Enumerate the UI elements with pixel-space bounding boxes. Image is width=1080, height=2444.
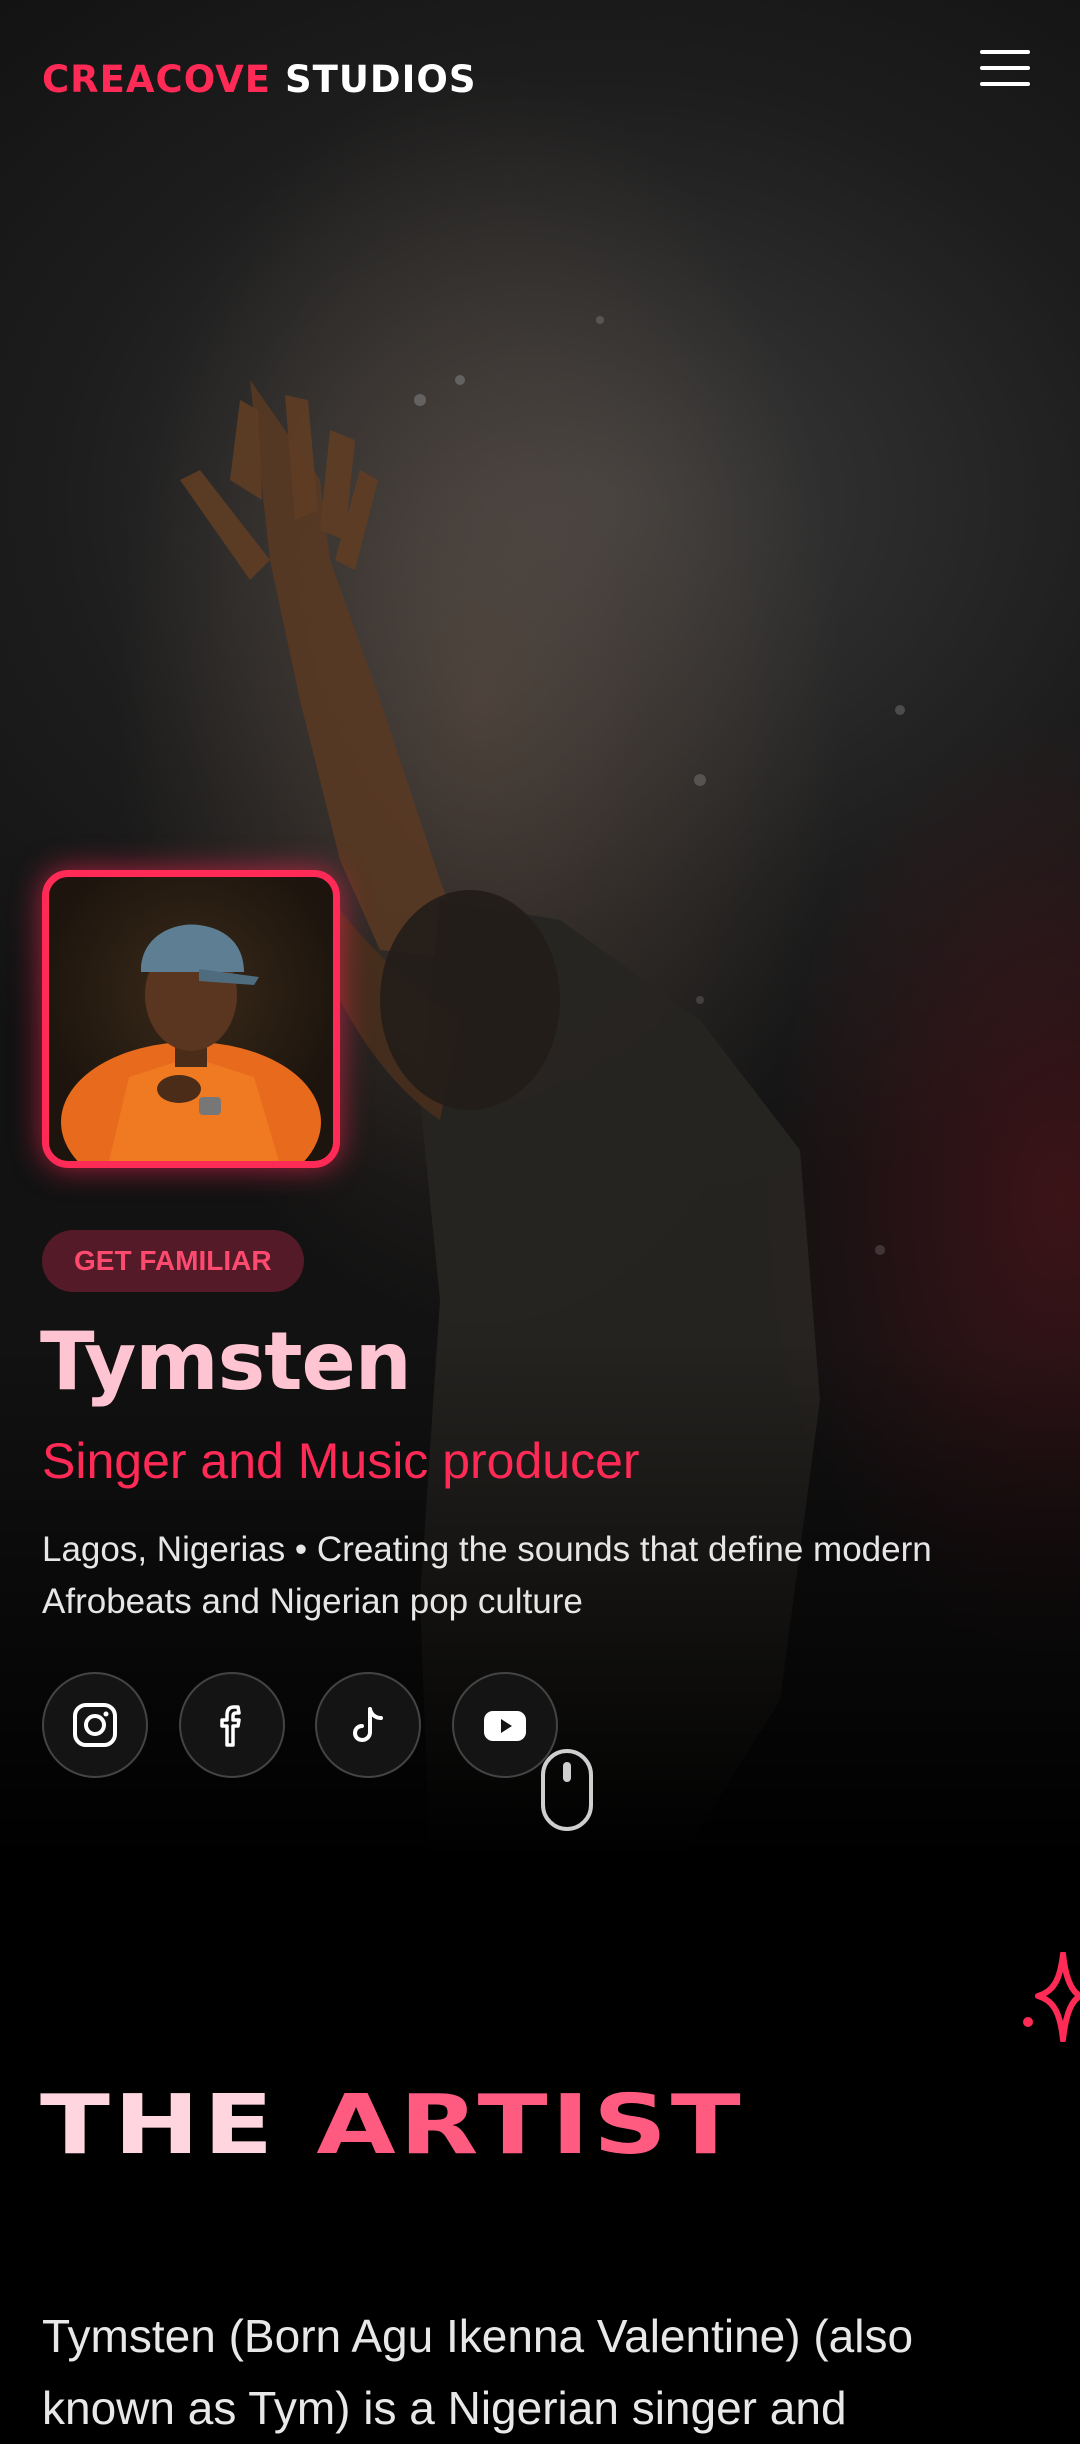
brand-rest-text: STUDIOS <box>271 58 477 101</box>
artist-portrait <box>61 924 321 1161</box>
facebook-button[interactable] <box>179 1672 285 1778</box>
mouse-scroll-icon[interactable] <box>540 1748 594 1832</box>
instagram-icon <box>73 1703 117 1747</box>
navbar: CREACOVE STUDIOS <box>0 0 1080 150</box>
sparkle-icon <box>1023 1952 1080 2042</box>
section-title-the-artist: THE ARTIST <box>40 2078 744 2173</box>
artist-role: Singer and Music producer <box>42 1433 640 1489</box>
brand-accent-text: CREACOVE <box>42 58 272 101</box>
hamburger-menu-icon[interactable] <box>980 50 1030 94</box>
artist-name: Tymsten <box>40 1315 412 1408</box>
artist-avatar <box>42 870 340 1168</box>
brand-logo[interactable]: CREACOVE STUDIOS <box>42 58 477 101</box>
section-title-word-2: ARTIST <box>316 2078 745 2173</box>
facebook-icon <box>220 1705 241 1747</box>
get-familiar-badge: GET FAMILIAR <box>42 1230 304 1292</box>
section-title-word-1: THE <box>40 2078 277 2173</box>
tiktok-button[interactable] <box>315 1672 421 1778</box>
tiktok-icon <box>352 1707 383 1743</box>
youtube-icon <box>484 1711 526 1741</box>
artist-short-description: Lagos, Nigerias • Creating the sounds th… <box>42 1530 932 1621</box>
instagram-button[interactable] <box>42 1672 148 1778</box>
artist-bio: Tymsten (Born Agu Ikenna Valentine) (als… <box>42 2310 914 2434</box>
